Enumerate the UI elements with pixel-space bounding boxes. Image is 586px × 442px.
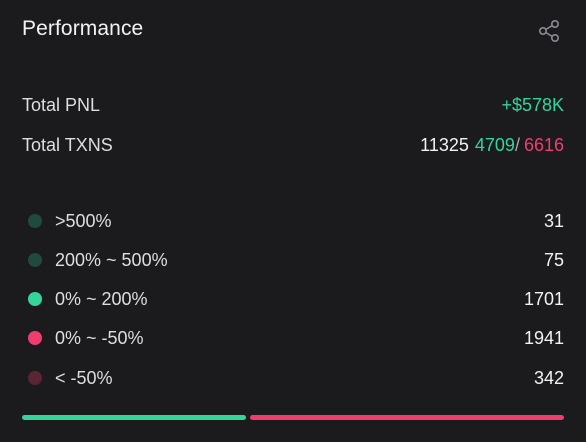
ratio-bar-negative	[249, 415, 564, 420]
bucket-row: 200% ~ 500% 75	[28, 248, 564, 272]
bucket-dot	[28, 331, 42, 345]
bucket-row: 0% ~ 200% 1701	[28, 287, 564, 311]
total-pnl-row: Total PNL +$578K	[22, 93, 564, 117]
txns-separator: /	[514, 134, 520, 155]
bucket-count: 1941	[523, 327, 564, 348]
bucket-label: 200% ~ 500%	[55, 249, 168, 270]
bucket-label: 0% ~ -50%	[55, 327, 144, 348]
total-txns-label: Total TXNS	[22, 134, 113, 155]
share-icon[interactable]	[537, 18, 563, 44]
bucket-count: 75	[543, 249, 564, 270]
bucket-label: >500%	[55, 210, 112, 231]
pnl-ratio-bar	[22, 415, 564, 420]
txns-sells: 6616	[523, 134, 564, 155]
bucket-row: 0% ~ -50% 1941	[28, 326, 564, 350]
bucket-count: 1701	[523, 288, 564, 309]
bucket-dot	[28, 214, 42, 228]
bucket-dot	[28, 292, 42, 306]
bucket-dot	[28, 371, 42, 385]
txns-total: 11325	[420, 134, 469, 155]
total-txns-value: 11325 4709/6616	[420, 135, 564, 156]
bucket-label: < -50%	[55, 367, 113, 388]
bucket-count: 342	[533, 367, 564, 388]
bucket-row: < -50% 342	[28, 366, 564, 390]
ratio-bar-positive	[22, 415, 246, 420]
total-txns-row: Total TXNS 11325 4709/6616	[22, 133, 564, 157]
bucket-count: 31	[543, 210, 564, 231]
total-pnl-value: +$578K	[501, 94, 564, 115]
bucket-row: >500% 31	[28, 209, 564, 233]
bucket-label: 0% ~ 200%	[55, 288, 148, 309]
bucket-dot	[28, 253, 42, 267]
card-title: Performance	[22, 17, 144, 40]
total-pnl-label: Total PNL	[22, 94, 101, 115]
performance-card: Performance Total PNL +$578K Total TXNS …	[0, 0, 586, 442]
txns-buys: 4709	[474, 134, 515, 155]
